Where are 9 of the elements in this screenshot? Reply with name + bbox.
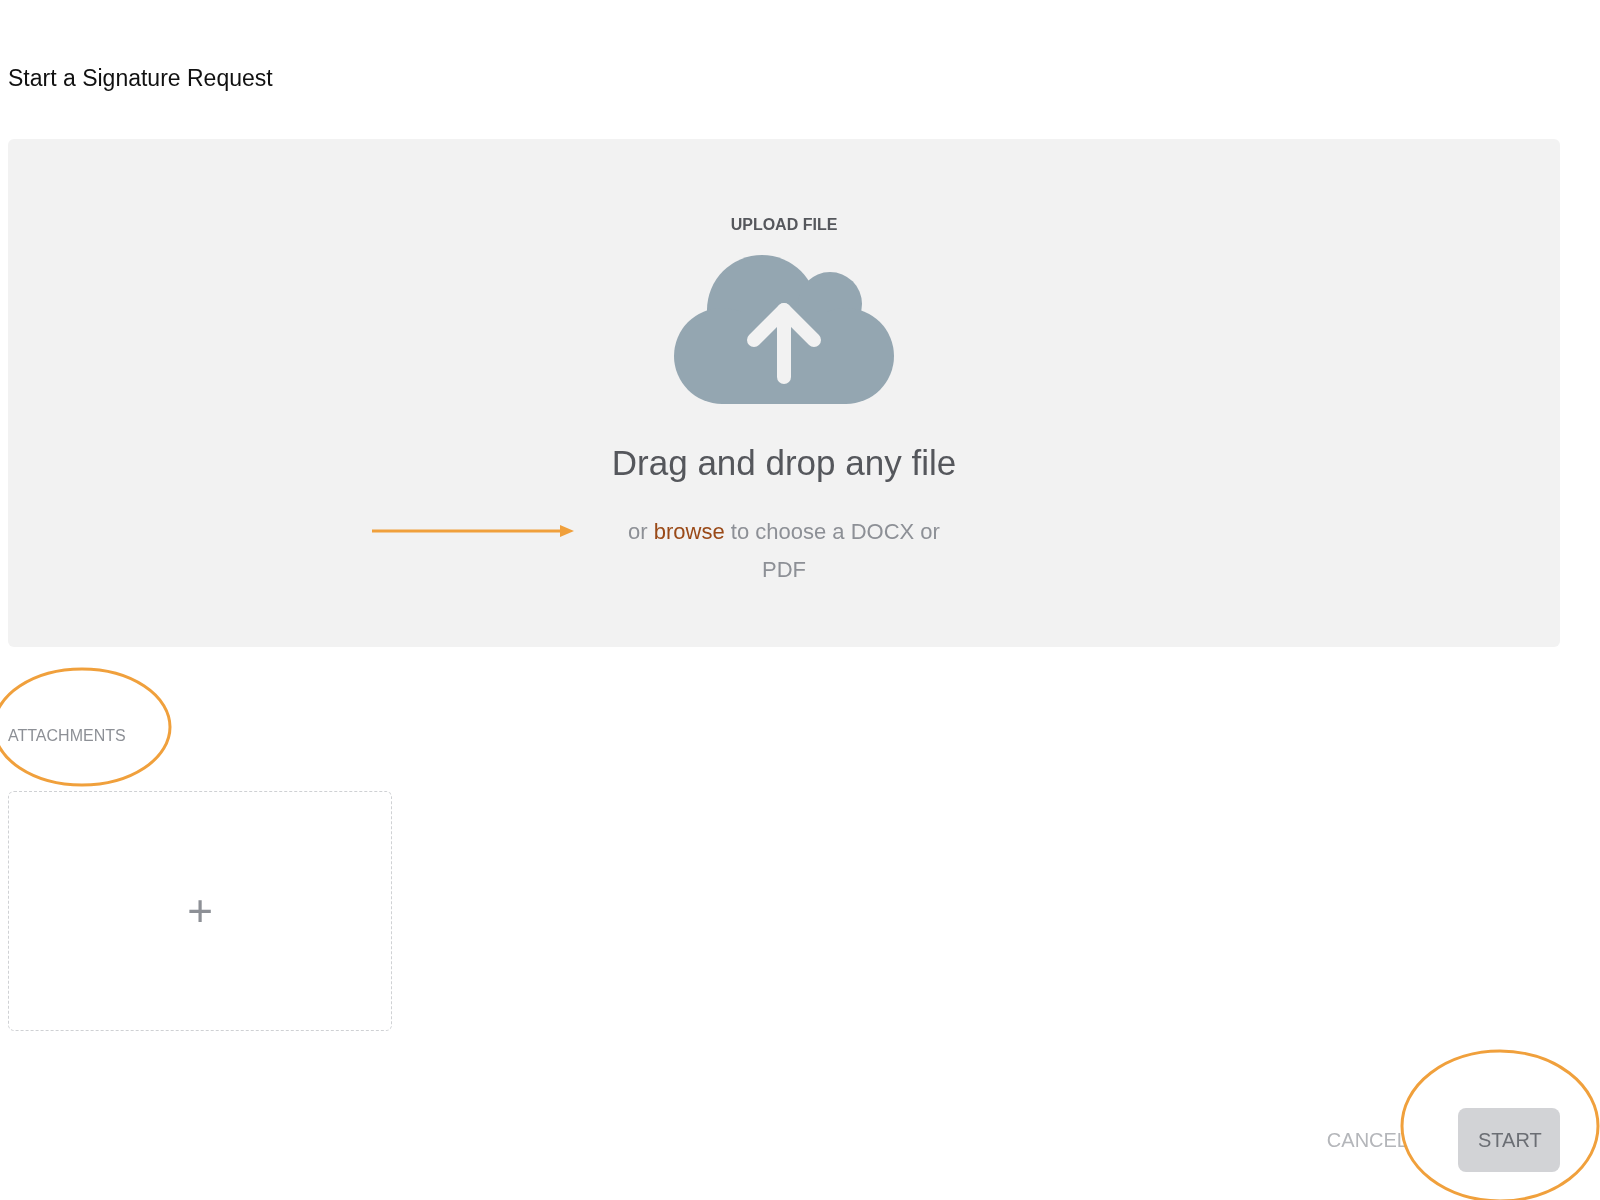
drag-drop-prompt: Drag and drop any file: [611, 443, 957, 483]
browse-link[interactable]: browse: [653, 519, 725, 544]
attachments-label: ATTACHMENTS: [8, 727, 127, 745]
browse-hint: or browse to choose a DOCX or PDF: [627, 518, 941, 584]
upload-dropzone[interactable]: UPLOAD FILE Drag and drop any file or browse to choose a DOCX or PDF: [8, 139, 1560, 647]
cloud-upload-icon: [674, 252, 894, 407]
upload-heading: UPLOAD FILE: [730, 216, 838, 234]
add-attachment-button[interactable]: +: [8, 791, 392, 1031]
page-title: Start a Signature Request: [7, 64, 274, 93]
